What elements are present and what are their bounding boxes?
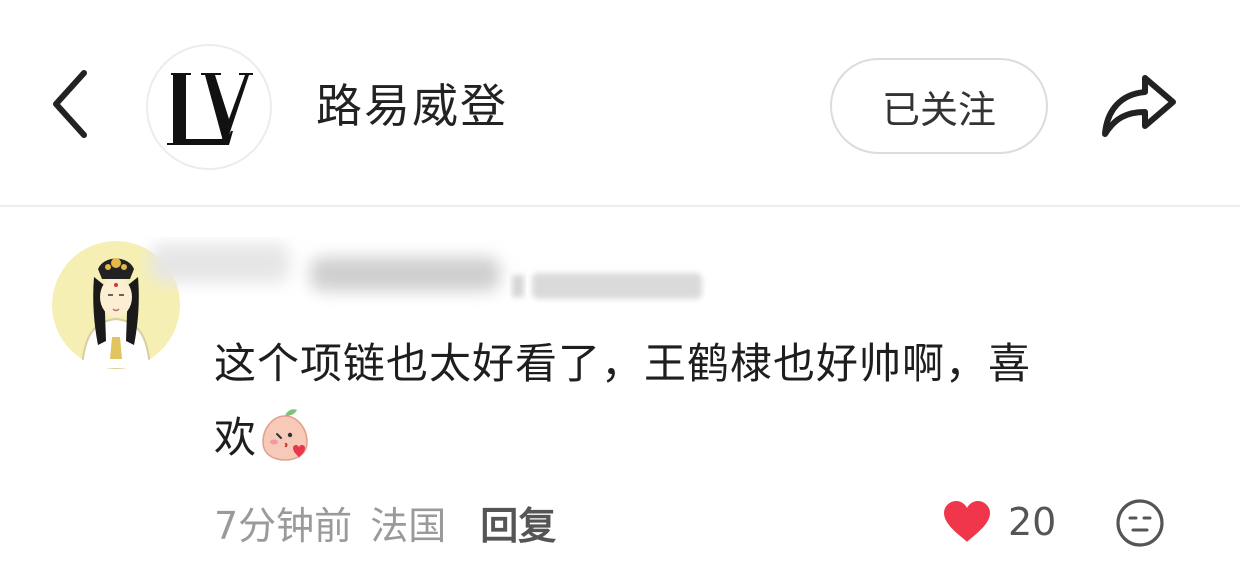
reply-button[interactable]: 回复	[480, 495, 556, 550]
comment-item: 这个项链也太好看了，王鹤棣也好帅啊，喜 欢 7分钟前 法国 回复 20	[0, 207, 1240, 572]
comment-location: 法国	[370, 503, 447, 548]
following-button[interactable]: 已关注	[830, 58, 1048, 154]
heart-icon	[944, 501, 990, 542]
peach-kiss-emoji	[262, 409, 308, 461]
comment-meta: 7分钟前 法国 回复	[214, 495, 556, 550]
share-arrow-icon	[1102, 75, 1176, 137]
username-blurred	[150, 243, 702, 299]
comment-time: 7分钟前	[214, 503, 353, 548]
chevron-left-icon	[53, 70, 87, 138]
comment-text-line2-text: 欢	[214, 413, 258, 462]
back-button[interactable]	[40, 64, 100, 144]
comment-text-line2: 欢	[214, 401, 1174, 475]
lv-logo	[167, 73, 253, 145]
like-button[interactable]: 20	[942, 497, 1056, 547]
like-count: 20	[1008, 500, 1057, 544]
share-button[interactable]	[1094, 66, 1184, 146]
comment-text: 这个项链也太好看了，王鹤棣也好帅啊，喜 欢	[214, 327, 1174, 475]
face-icon[interactable]	[1114, 497, 1166, 549]
top-bar: 路易威登 已关注	[0, 0, 1240, 205]
brand-avatar[interactable]	[146, 44, 272, 170]
comment-text-line1: 这个项链也太好看了，王鹤棣也好帅啊，喜	[214, 339, 1032, 388]
brand-name: 路易威登	[316, 79, 508, 133]
